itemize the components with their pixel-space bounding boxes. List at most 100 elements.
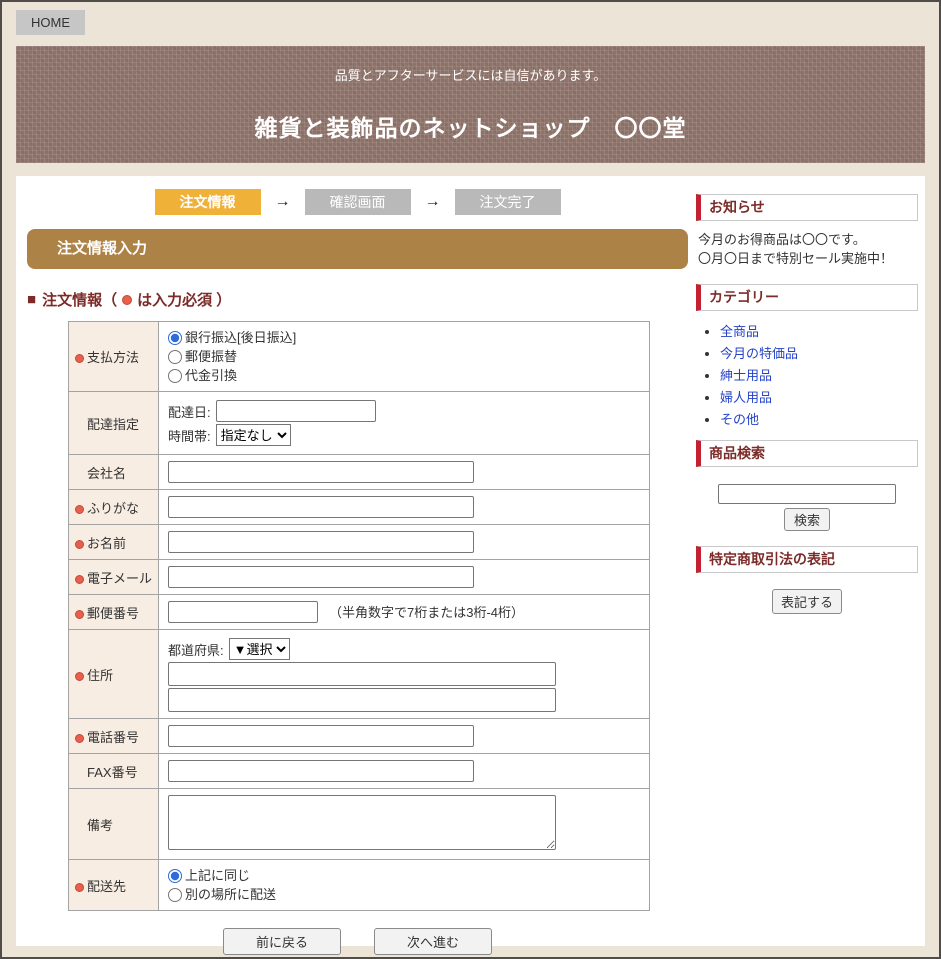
required-dot-icon bbox=[75, 575, 84, 584]
form-buttons: 前に戻る 次へ進む bbox=[27, 928, 688, 955]
order-steps: 注文情報 → 確認画面 → 注文完了 bbox=[27, 189, 688, 215]
address-line1-input[interactable] bbox=[168, 662, 556, 686]
category-list: 全商品 今月の特価品 紳士用品 婦人用品 その他 bbox=[696, 321, 918, 428]
fax-number-cell bbox=[159, 754, 650, 789]
postal-code-cell: （半角数字で7桁または3桁-4桁） bbox=[159, 595, 650, 630]
remarks-cell bbox=[159, 789, 650, 860]
step-arrow-icon: → bbox=[275, 193, 291, 211]
required-dot-icon bbox=[75, 354, 84, 363]
table-row-postal-code: 郵便番号 （半角数字で7桁または3桁-4桁） bbox=[69, 595, 650, 630]
phone-number-label: 電話番号 bbox=[69, 719, 159, 754]
payment-method-cell: 銀行振込[後日振込] 郵便振替 代金引換 bbox=[159, 322, 650, 392]
time-slot-label: 時間帯: bbox=[168, 426, 211, 445]
main-column: 注文情報 → 確認画面 → 注文完了 注文情報入力 ■ 注文情報（ は入力必須 … bbox=[27, 176, 688, 946]
postal-transfer-radio[interactable] bbox=[168, 350, 182, 364]
search-input[interactable] bbox=[718, 484, 896, 504]
postal-code-input[interactable] bbox=[168, 601, 318, 623]
categories-header: カテゴリー bbox=[696, 284, 918, 311]
news-text: 今月のお得商品は〇〇です。 〇月〇日まで特別セール実施中！ bbox=[698, 231, 918, 269]
postal-code-label: 郵便番号 bbox=[69, 595, 159, 630]
required-dot-icon bbox=[75, 505, 84, 514]
phone-number-cell bbox=[159, 719, 650, 754]
list-item: 今月の特価品 bbox=[720, 343, 918, 362]
section-title: 注文情報（ bbox=[42, 289, 117, 310]
radio-label: 別の場所に配送 bbox=[185, 885, 276, 904]
search-section: 検索 bbox=[696, 484, 918, 531]
radio-label: 郵便振替 bbox=[185, 347, 237, 366]
furigana-cell bbox=[159, 490, 650, 525]
address-cell: 都道府県: ▼選択 bbox=[159, 630, 650, 719]
payment-option-bank-transfer[interactable]: 銀行振込[後日振込] bbox=[168, 328, 640, 347]
shipping-destination-label: 配送先 bbox=[69, 860, 159, 911]
company-name-label: 会社名 bbox=[69, 455, 159, 490]
category-link-others[interactable]: その他 bbox=[720, 412, 759, 427]
address-line2-input[interactable] bbox=[168, 688, 556, 712]
page: HOME 品質とアフターサービスには自信があります。 雑貨と装飾品のネットショッ… bbox=[0, 0, 941, 959]
furigana-input[interactable] bbox=[168, 496, 474, 518]
search-button[interactable]: 検索 bbox=[784, 508, 830, 531]
field-label: FAX番号 bbox=[87, 765, 138, 780]
category-link-all-products[interactable]: 全商品 bbox=[720, 324, 759, 339]
name-input[interactable] bbox=[168, 531, 474, 553]
remarks-label: 備考 bbox=[69, 789, 159, 860]
payment-option-cod[interactable]: 代金引換 bbox=[168, 366, 640, 385]
site-tagline: 品質とアフターサービスには自信があります。 bbox=[16, 46, 925, 84]
phone-number-input[interactable] bbox=[168, 725, 474, 747]
email-input[interactable] bbox=[168, 566, 474, 588]
list-item: その他 bbox=[720, 409, 918, 428]
required-dot-icon bbox=[75, 672, 84, 681]
table-row-email: 電子メール bbox=[69, 560, 650, 595]
table-row-address: 住所 都道府県: ▼選択 bbox=[69, 630, 650, 719]
field-label: 支払方法 bbox=[87, 350, 139, 365]
bank-transfer-radio[interactable] bbox=[168, 331, 182, 345]
radio-label: 銀行振込[後日振込] bbox=[185, 328, 296, 347]
table-row-furigana: ふりがな bbox=[69, 490, 650, 525]
field-label: 配達指定 bbox=[87, 417, 139, 432]
category-link-monthly-specials[interactable]: 今月の特価品 bbox=[720, 346, 798, 361]
sidebar: お知らせ 今月のお得商品は〇〇です。 〇月〇日まで特別セール実施中！ カテゴリー… bbox=[696, 176, 918, 946]
table-row-phone-number: 電話番号 bbox=[69, 719, 650, 754]
destination-option-same-as-above[interactable]: 上記に同じ bbox=[168, 866, 640, 885]
legal-section: 表記する bbox=[696, 589, 918, 614]
table-row-remarks: 備考 bbox=[69, 789, 650, 860]
same-as-above-radio[interactable] bbox=[168, 869, 182, 883]
table-row-name: お名前 bbox=[69, 525, 650, 560]
delivery-date-input[interactable] bbox=[216, 400, 376, 422]
time-slot-select[interactable]: 指定なし bbox=[216, 424, 291, 446]
prefecture-select[interactable]: ▼選択 bbox=[229, 638, 290, 660]
fax-number-label: FAX番号 bbox=[69, 754, 159, 789]
address-label: 住所 bbox=[69, 630, 159, 719]
company-name-cell bbox=[159, 455, 650, 490]
required-dot-icon bbox=[75, 734, 84, 743]
step-arrow-icon: → bbox=[425, 193, 441, 211]
remarks-textarea[interactable] bbox=[168, 795, 556, 850]
postal-code-note: （半角数字で7桁または3桁-4桁） bbox=[329, 605, 524, 620]
field-label: ふりがな bbox=[87, 501, 139, 516]
section-heading: ■ 注文情報（ は入力必須 ） bbox=[27, 289, 688, 310]
company-name-input[interactable] bbox=[168, 461, 474, 483]
email-label: 電子メール bbox=[69, 560, 159, 595]
back-button[interactable]: 前に戻る bbox=[223, 928, 341, 955]
home-tab[interactable]: HOME bbox=[16, 10, 85, 35]
fax-number-input[interactable] bbox=[168, 760, 474, 782]
news-line-2: 〇月〇日まで特別セール実施中！ bbox=[698, 251, 893, 266]
radio-label: 代金引換 bbox=[185, 366, 237, 385]
destination-option-other-place[interactable]: 別の場所に配送 bbox=[168, 885, 640, 904]
legal-button[interactable]: 表記する bbox=[772, 589, 842, 614]
section-note: は入力必須 ） bbox=[137, 289, 231, 310]
category-link-mens-goods[interactable]: 紳士用品 bbox=[720, 368, 772, 383]
site-banner: 品質とアフターサービスには自信があります。 雑貨と装飾品のネットショップ 〇〇堂 bbox=[16, 46, 925, 163]
required-dot-icon bbox=[122, 295, 132, 305]
furigana-label: ふりがな bbox=[69, 490, 159, 525]
category-link-womens-goods[interactable]: 婦人用品 bbox=[720, 390, 772, 405]
order-form-table: 支払方法 銀行振込[後日振込] 郵便振替 代金引換 bbox=[68, 321, 650, 911]
cod-radio[interactable] bbox=[168, 369, 182, 383]
field-label: 会社名 bbox=[87, 466, 126, 481]
required-dot-icon bbox=[75, 610, 84, 619]
field-label: 住所 bbox=[87, 668, 113, 683]
field-label: お名前 bbox=[87, 536, 126, 551]
payment-method-label: 支払方法 bbox=[69, 322, 159, 392]
other-place-radio[interactable] bbox=[168, 888, 182, 902]
payment-option-postal-transfer[interactable]: 郵便振替 bbox=[168, 347, 640, 366]
next-button[interactable]: 次へ進む bbox=[374, 928, 492, 955]
